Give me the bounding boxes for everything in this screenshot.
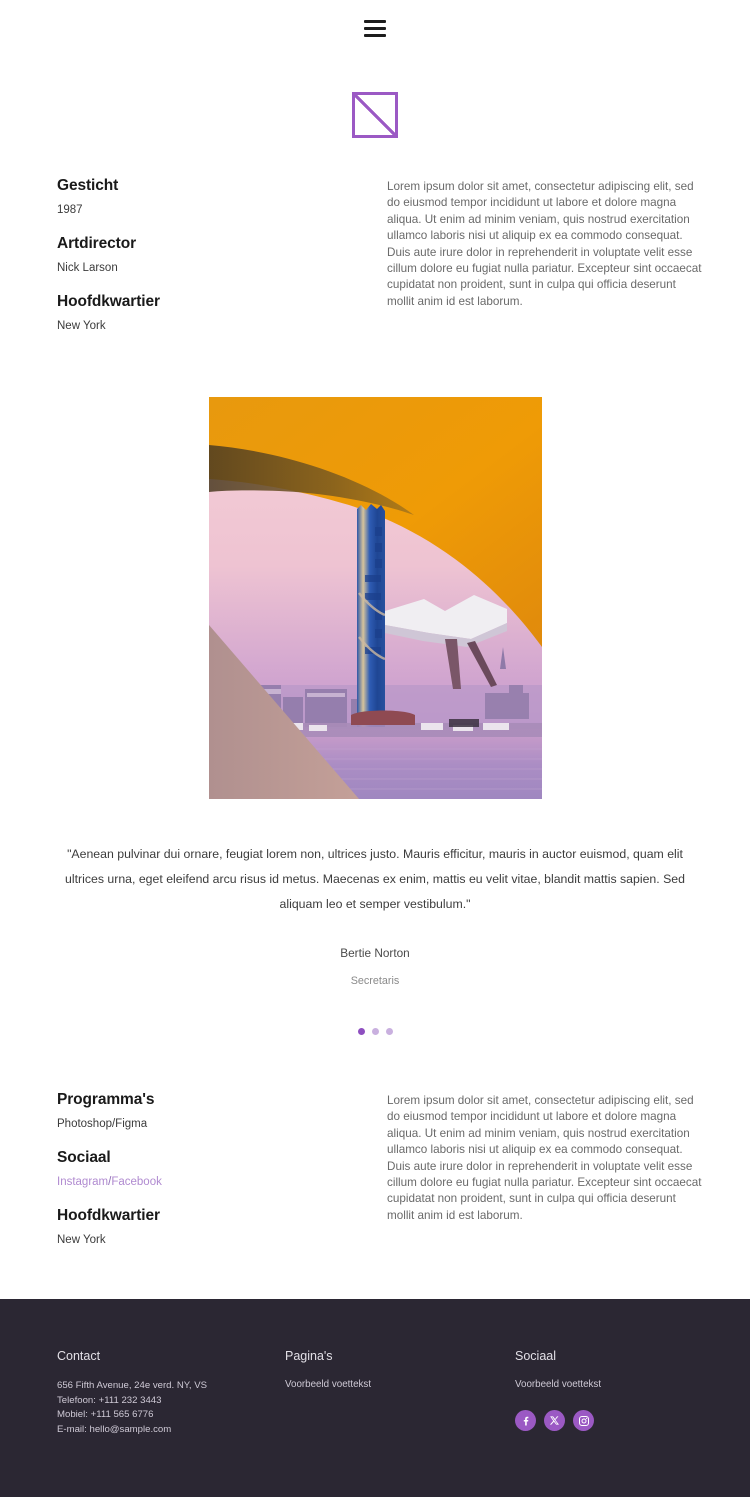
info-section-bottom: Programma's Photoshop/Figma Sociaal Inst… xyxy=(0,1088,750,1299)
footer-social-icons xyxy=(515,1410,693,1431)
carousel-dots xyxy=(0,1028,750,1035)
info-value-programs: Photoshop/Figma xyxy=(57,1118,148,1130)
hamburger-bar xyxy=(364,26,386,30)
info-heading-social: Sociaal xyxy=(57,1149,111,1166)
site-footer: Contact 656 Fifth Avenue, 24e verd. NY, … xyxy=(0,1299,750,1497)
footer-address: 656 Fifth Avenue, 24e verd. NY, VS xyxy=(57,1380,208,1391)
carousel-dot-1[interactable] xyxy=(357,1028,365,1035)
info-heading-headquarters: Hoofdkwartier xyxy=(57,293,160,310)
link-facebook[interactable]: Facebook xyxy=(111,1176,162,1188)
hero-illustration xyxy=(208,397,542,799)
info-heading-artdirector: Artdirector xyxy=(57,235,136,252)
footer-social-column: Sociaal Voorbeeld voettekst xyxy=(515,1349,693,1437)
footer-social-text[interactable]: Voorbeeld voettekst xyxy=(515,1379,693,1390)
info-paragraph-top: Lorem ipsum dolor sit amet, consectetur … xyxy=(387,180,702,308)
info-paragraph-column: Lorem ipsum dolor sit amet, consectetur … xyxy=(387,174,706,332)
testimonial-section: "Aenean pulvinar dui ornare, feugiat lor… xyxy=(0,842,750,987)
testimonial-role: Secretaris xyxy=(350,975,400,987)
carousel-dot-2[interactable] xyxy=(371,1028,379,1035)
testimonial-author: Bertie Norton xyxy=(340,946,410,960)
site-header xyxy=(0,0,750,56)
city-skyline-sunset-photo xyxy=(208,397,542,799)
info-value-headquarters-bottom: New York xyxy=(57,1234,106,1246)
info-heading-founded: Gesticht xyxy=(57,177,119,194)
logo-container xyxy=(0,92,750,138)
carousel-dot-3[interactable] xyxy=(385,1028,393,1035)
x-twitter-icon[interactable] xyxy=(544,1410,565,1431)
info-section-top: Gesticht 1987 Artdirector Nick Larson Ho… xyxy=(0,174,750,332)
footer-heading-contact: Contact xyxy=(57,1349,101,1363)
square-diagonal-logo-icon[interactable] xyxy=(352,92,398,138)
footer-phone: Telefoon: +111 232 3443 xyxy=(57,1394,162,1406)
footer-pages-column: Pagina's Voorbeeld voettekst xyxy=(285,1349,515,1437)
link-instagram[interactable]: Instagram xyxy=(57,1176,108,1188)
instagram-icon[interactable] xyxy=(573,1410,594,1431)
info-value-founded: 1987 xyxy=(57,204,83,216)
facebook-icon[interactable] xyxy=(515,1410,536,1431)
footer-email[interactable]: E-mail: hello@sample.com xyxy=(57,1423,285,1438)
hamburger-bar xyxy=(364,33,386,37)
footer-heading-social: Sociaal xyxy=(515,1349,556,1363)
info-paragraph-bottom: Lorem ipsum dolor sit amet, consectetur … xyxy=(387,1094,702,1222)
info-value-headquarters: New York xyxy=(57,320,106,332)
footer-heading-pages: Pagina's xyxy=(285,1349,333,1363)
info-heading-programs: Programma's xyxy=(57,1091,155,1108)
info-facts-list-bottom: Programma's Photoshop/Figma Sociaal Inst… xyxy=(57,1088,387,1246)
info-value-social: Instagram/Facebook xyxy=(57,1176,387,1188)
hero-image-container xyxy=(0,397,750,799)
hamburger-bar xyxy=(364,19,386,23)
hamburger-menu-icon[interactable] xyxy=(364,19,386,37)
info-facts-list: Gesticht 1987 Artdirector Nick Larson Ho… xyxy=(57,174,387,332)
footer-pages-text[interactable]: Voorbeeld voettekst xyxy=(285,1379,515,1390)
footer-mobile: Mobiel: +111 565 6776 xyxy=(57,1409,154,1421)
testimonial-quote: "Aenean pulvinar dui ornare, feugiat lor… xyxy=(65,847,685,911)
footer-contact-column: Contact 656 Fifth Avenue, 24e verd. NY, … xyxy=(57,1349,285,1437)
info-paragraph-column-bottom: Lorem ipsum dolor sit amet, consectetur … xyxy=(387,1088,706,1246)
info-heading-headquarters-bottom: Hoofdkwartier xyxy=(57,1207,160,1224)
info-value-artdirector: Nick Larson xyxy=(57,262,118,274)
